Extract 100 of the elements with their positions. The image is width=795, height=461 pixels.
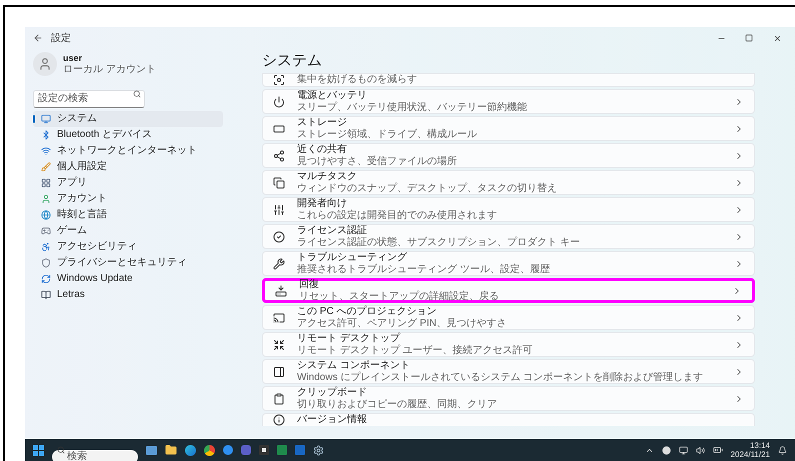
page-title: システム — [262, 50, 322, 71]
settings-card[interactable]: システム コンポーネント Windows にプレインストールされているシステム コンポーネントを削除および管理します — [262, 359, 755, 384]
card-title: クリップボード — [297, 386, 368, 398]
sidebar-item[interactable]: 個人用設定 — [33, 159, 223, 175]
gamepad-icon — [41, 226, 51, 236]
card-title: ストレージ — [297, 116, 347, 128]
close-icon — [772, 34, 782, 42]
browser-icon[interactable] — [204, 444, 215, 456]
settings-card[interactable]: 近くの共有 見つけやすさ、受信ファイルの場所 — [262, 143, 755, 168]
card-description: 推奨されるトラブルシューティング ツール、設定、履歴 — [297, 264, 551, 276]
power-icon — [273, 96, 285, 108]
settings-card[interactable]: 電源とバッテリ スリープ、バッテリ使用状況、バッテリー節約機能 — [262, 89, 755, 114]
brush-icon — [41, 162, 51, 172]
accessibility-icon — [41, 242, 51, 252]
sidebar-item[interactable]: Letras — [33, 287, 223, 303]
sliders-icon — [273, 204, 285, 216]
bluetooth-icon — [41, 130, 51, 140]
sidebar-item[interactable]: アクセシビリティ — [33, 239, 223, 255]
sidebar-item[interactable]: Bluetooth とデバイス — [33, 127, 223, 143]
settings-card[interactable]: ライセンス認証 ライセンス認証の状態、サブスクリプション、プロダクト キー — [262, 224, 755, 249]
card-description: Windows にプレインストールされているシステム コンポーネントを削除および管理します — [297, 372, 704, 384]
bell-icon[interactable] — [778, 446, 787, 454]
card-title: システム コンポーネント — [297, 360, 411, 372]
wrench-icon — [273, 258, 285, 270]
sidebar-item[interactable]: ネットワークとインターネット — [33, 143, 223, 159]
cast-icon — [273, 312, 285, 324]
sidebar-item[interactable]: アプリ — [33, 175, 223, 191]
folder-icon[interactable] — [165, 444, 177, 456]
window-title: 設定 — [51, 32, 71, 46]
account-name: user — [63, 52, 84, 64]
share-icon — [273, 150, 285, 162]
check-circle-icon — [273, 230, 285, 242]
card-title: リモート デスクトップ — [297, 332, 402, 344]
search-icon — [133, 90, 141, 98]
settings-card[interactable]: トラブルシューティング 推奨されるトラブルシューティング ツール、設定、履歴 — [262, 251, 755, 276]
globe-icon — [41, 210, 51, 220]
refresh-icon — [41, 274, 51, 284]
card-description: 集中を妨げるものを減らす — [297, 74, 417, 86]
battery-icon[interactable] — [712, 445, 723, 455]
card-description: リセット、スタートアップの詳細設定、戻る — [299, 290, 500, 302]
card-description: 切り取りおよびコピーの履歴、同期、クリア — [297, 398, 498, 410]
wifi-icon — [41, 146, 51, 156]
speaker-icon[interactable] — [696, 446, 705, 454]
circle-icon[interactable] — [662, 446, 671, 454]
search-field[interactable]: 設定の検索 — [33, 90, 145, 108]
panel-icon — [273, 366, 285, 378]
card-description: ウィンドウのスナップ、デスクトップ、タスクの切り替え — [297, 182, 558, 194]
gear-icon[interactable] — [313, 444, 324, 456]
sidebar-item[interactable]: ゲーム — [33, 223, 223, 239]
card-title: マルチタスク — [297, 170, 358, 182]
shield-icon — [41, 258, 51, 268]
start-icon[interactable] — [33, 444, 44, 456]
settings-card[interactable]: 開発者向け これらの設定は開発目的でのみ使用されます — [262, 197, 755, 222]
sidebar-item[interactable]: アカウント — [33, 191, 223, 207]
taskbar-search-field[interactable]: 検索 — [52, 450, 138, 461]
card-description: 見つけやすさ、受信ファイルの場所 — [297, 156, 458, 168]
person-icon — [41, 194, 51, 204]
card-description: リモート デスクトップ ユーザー、接続アクセス許可 — [297, 344, 534, 356]
settings-card[interactable]: 回復 リセット、スタートアップの詳細設定、戻る — [262, 278, 755, 303]
card-title: この PC へのプロジェクション — [297, 306, 438, 318]
monitor-icon[interactable] — [678, 446, 688, 454]
sidebar-item[interactable]: Windows Update — [33, 271, 223, 287]
clock[interactable]: 13:14 2024/11/21 — [730, 441, 770, 459]
settings-card[interactable]: ストレージ ストレージ領域、ドライブ、構成ルール — [262, 116, 755, 141]
card-description: スリープ、バッテリ使用状況、バッテリー節約機能 — [297, 102, 528, 114]
card-title: 近くの共有 — [297, 144, 348, 156]
settings-card[interactable]: クリップボード 切り取りおよびコピーの履歴、同期、クリア — [262, 386, 755, 411]
card-description: ストレージ領域、ドライブ、構成ルール — [297, 128, 478, 140]
back-button[interactable] — [33, 33, 43, 43]
card-description: これらの設定は開発目的でのみ使用されます — [297, 210, 498, 222]
focus-icon — [273, 74, 285, 86]
card-title: 開発者向け — [297, 198, 348, 210]
settings-card[interactable]: バージョン情報 — [262, 413, 755, 426]
monitor-icon — [41, 114, 51, 124]
card-title: トラブルシューティング — [297, 252, 408, 264]
sidebar-item[interactable]: 時刻と言語 — [33, 207, 223, 223]
sidebar-item[interactable]: プライバシーとセキュリティ — [33, 255, 223, 271]
book-icon — [41, 290, 51, 300]
account-type: ローカル アカウント — [63, 64, 156, 76]
settings-card[interactable]: マルチタスク ウィンドウのスナップ、デスクトップ、タスクの切り替え — [262, 170, 755, 195]
person-icon — [38, 57, 52, 71]
search-icon — [57, 446, 65, 454]
grid-icon — [41, 178, 51, 188]
arrows-icon — [273, 338, 285, 350]
card-title: バージョン情報 — [297, 414, 367, 426]
clipboard-icon — [273, 392, 285, 404]
info-icon — [273, 414, 285, 426]
settings-card[interactable]: 集中を妨げるものを減らす — [262, 73, 755, 87]
sidebar-item[interactable]: システム — [33, 111, 223, 127]
widgets-icon[interactable] — [146, 446, 157, 454]
drive-icon — [273, 122, 285, 134]
drive-arrow-icon — [275, 284, 287, 296]
settings-card[interactable]: この PC へのプロジェクション アクセス許可、ペアリング PIN、見つけやすさ — [262, 305, 755, 330]
card-title: 電源とバッテリ — [297, 90, 368, 102]
settings-card[interactable]: リモート デスクトップ リモート デスクトップ ユーザー、接続アクセス許可 — [262, 332, 755, 357]
browser-icon[interactable] — [185, 444, 196, 456]
card-description: アクセス許可、ペアリング PIN、見つけやすさ — [297, 318, 508, 330]
maximize-icon — [745, 34, 753, 42]
card-title: 回復 — [299, 278, 320, 290]
card-description: ライセンス認証の状態、サブスクリプション、プロダクト キー — [297, 236, 581, 248]
